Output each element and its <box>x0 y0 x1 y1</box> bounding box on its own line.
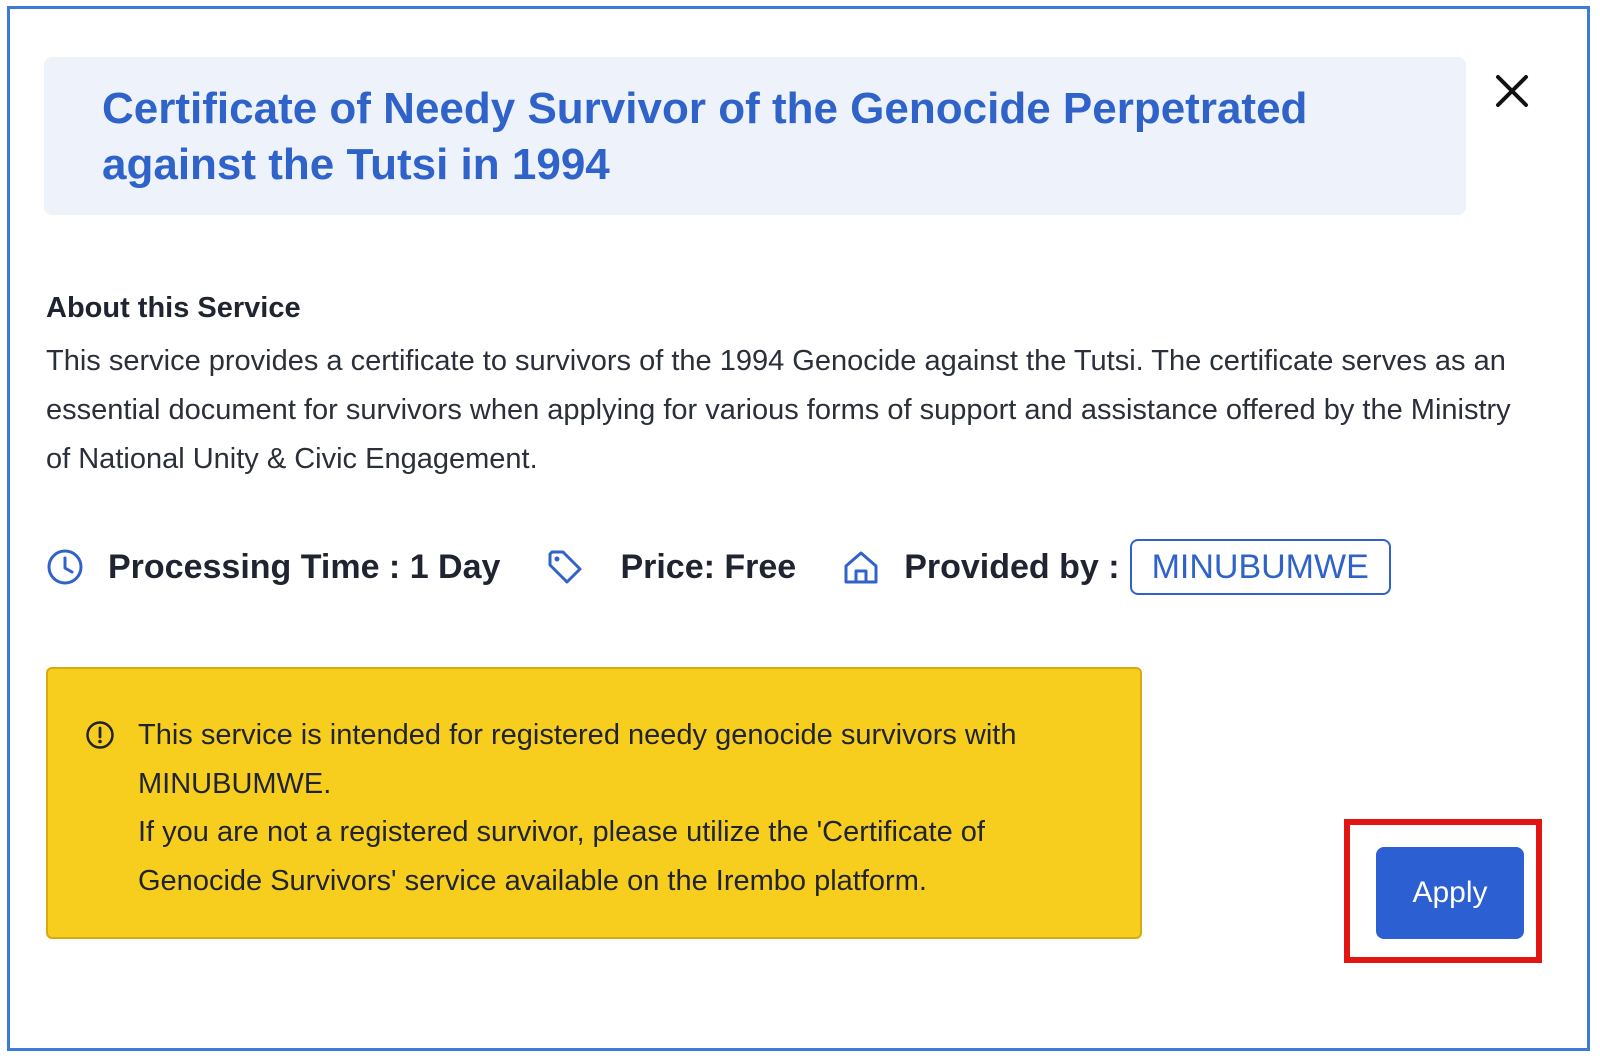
apply-button[interactable]: Apply <box>1376 847 1524 939</box>
eligibility-notice: This service is intended for registered … <box>46 667 1142 939</box>
notice-line-1: This service is intended for registered … <box>138 719 1017 800</box>
about-description: This service provides a certificate to s… <box>46 345 1511 475</box>
clock-icon <box>47 549 83 585</box>
close-icon[interactable] <box>1488 67 1536 115</box>
provider-badge: MINUBUMWE <box>1129 539 1391 595</box>
modal-title: Certificate of Needy Survivor of the Gen… <box>102 84 1308 189</box>
price-tag-icon <box>548 550 582 584</box>
modal-header: Certificate of Needy Survivor of the Gen… <box>44 57 1466 215</box>
about-heading: About this Service <box>46 292 301 324</box>
notice-text: This service is intended for registered … <box>138 711 1110 937</box>
provided-by: Provided by : MINUBUMWE <box>842 539 1391 595</box>
price-text: Price: Free <box>620 547 797 586</box>
processing-time: Processing Time : 1 Day <box>46 548 500 587</box>
processing-time-text: Processing Time : 1 Day <box>108 547 501 586</box>
price: Price: Free <box>546 548 796 587</box>
provided-by-label: Provided by : <box>904 547 1120 586</box>
info-icon <box>86 721 114 749</box>
service-meta-row: Processing Time : 1 Day Price: Free Prov… <box>46 537 1391 597</box>
service-modal: Certificate of Needy Survivor of the Gen… <box>7 6 1590 1051</box>
home-icon <box>844 551 878 584</box>
notice-line-2: If you are not a registered survivor, pl… <box>138 816 985 897</box>
